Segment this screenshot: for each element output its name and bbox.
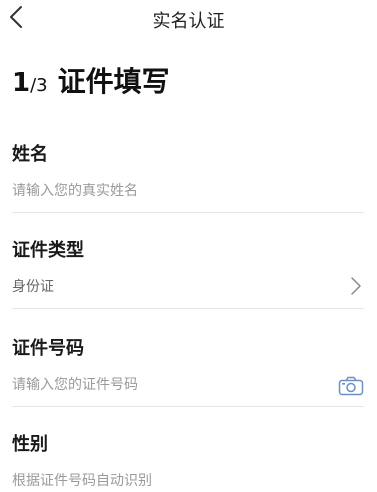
- page-title: 实名认证: [152, 11, 225, 32]
- camera-icon[interactable]: [338, 376, 364, 396]
- form-heading: 1/3 证件填写: [12, 60, 170, 100]
- chevron-right-icon: [351, 277, 361, 295]
- divider: [12, 212, 364, 213]
- id-number-label: 证件号码: [12, 338, 84, 359]
- id-type-label: 证件类型: [12, 240, 84, 261]
- name-label: 姓名: [12, 144, 48, 165]
- id-number-input[interactable]: [12, 372, 332, 398]
- gender-field: 性别 根据证件号码自动识别: [12, 434, 364, 492]
- id-number-field: 证件号码: [12, 338, 364, 410]
- gender-label: 性别: [12, 434, 48, 455]
- id-type-field[interactable]: 证件类型 身份证: [12, 240, 364, 312]
- name-field: 姓名: [12, 144, 364, 216]
- navigation-bar: 实名认证: [0, 0, 377, 36]
- step-total: 3: [36, 75, 48, 96]
- gender-value: 根据证件号码自动识别: [12, 473, 152, 489]
- divider: [12, 406, 364, 407]
- step-current: 1: [12, 68, 31, 98]
- name-input[interactable]: [12, 178, 332, 204]
- id-type-value: 身份证: [12, 279, 54, 295]
- form-title: 证件填写: [57, 65, 170, 98]
- divider: [12, 308, 364, 309]
